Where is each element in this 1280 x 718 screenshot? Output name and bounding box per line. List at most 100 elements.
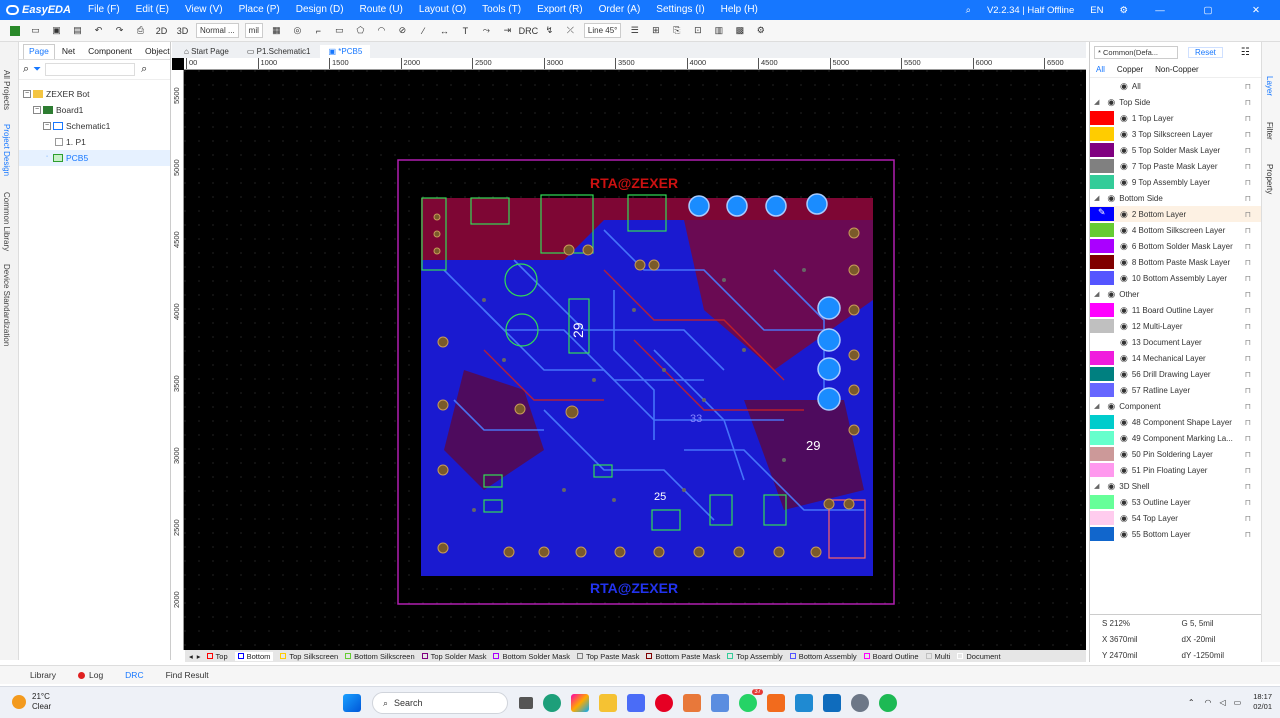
- open-icon[interactable]: ▭: [27, 23, 44, 39]
- lock-icon[interactable]: ⊓: [1245, 466, 1251, 475]
- eye-icon[interactable]: ◉: [1107, 97, 1115, 108]
- menu-item[interactable]: Settings (I): [648, 0, 712, 20]
- layer-bar-item[interactable]: Document: [957, 652, 1001, 661]
- lock-icon[interactable]: ⊓: [1245, 274, 1251, 283]
- menu-item[interactable]: Layout (O): [411, 0, 474, 20]
- eye-icon[interactable]: ◉: [1120, 513, 1128, 524]
- reset-button[interactable]: Reset: [1188, 46, 1223, 58]
- layer-row[interactable]: ◉ 57 Ratline Layer ⊓: [1090, 382, 1261, 398]
- lock-icon[interactable]: ⊓: [1245, 338, 1251, 347]
- eye-icon[interactable]: ◉: [1120, 113, 1128, 124]
- close-button[interactable]: ✕: [1240, 5, 1272, 16]
- interactive-route-icon[interactable]: ⤫: [562, 23, 579, 39]
- filter-copper[interactable]: Copper: [1117, 65, 1143, 74]
- layer-color-swatch[interactable]: [1090, 143, 1114, 157]
- route-icon[interactable]: ⤳: [478, 23, 495, 39]
- menu-item[interactable]: Edit (E): [128, 0, 177, 20]
- lock-icon[interactable]: ⊓: [1245, 290, 1251, 299]
- unit-select[interactable]: mil: [244, 23, 263, 38]
- lock-icon[interactable]: ⊓: [1245, 178, 1251, 187]
- maximize-button[interactable]: ▢: [1192, 5, 1224, 16]
- filter-icon[interactable]: ⏷: [33, 64, 41, 75]
- doc-tab-schematic[interactable]: ▭ P1.Schematic1: [239, 45, 319, 58]
- scroll-right-icon[interactable]: ▸: [197, 652, 201, 661]
- menu-item[interactable]: File (F): [80, 0, 128, 20]
- spotify-icon[interactable]: [879, 694, 897, 712]
- layer-bar-item[interactable]: Bottom Assembly: [789, 652, 857, 661]
- layer-row[interactable]: ◉ 49 Component Marking La... ⊓: [1090, 430, 1261, 446]
- tree-node-project[interactable]: − ZEXER Bot: [19, 86, 170, 102]
- layer-row[interactable]: ◉ 10 Bottom Assembly Layer ⊓: [1090, 270, 1261, 286]
- easyeda-taskbar-icon[interactable]: [683, 694, 701, 712]
- menu-item[interactable]: Tools (T): [474, 0, 529, 20]
- layer-row[interactable]: ◉ 56 Drill Drawing Layer ⊓: [1090, 366, 1261, 382]
- eye-icon[interactable]: ◉: [1120, 145, 1128, 156]
- tab-library[interactable]: Library: [30, 670, 56, 680]
- layer-bar-item[interactable]: Top: [206, 652, 228, 661]
- eye-icon[interactable]: ◉: [1120, 497, 1128, 508]
- file-explorer-icon[interactable]: [599, 694, 617, 712]
- snipping-tool-icon[interactable]: [711, 694, 729, 712]
- eye-icon[interactable]: ◉: [1120, 385, 1128, 396]
- layer-color-swatch[interactable]: [1090, 175, 1114, 189]
- tree-node-board[interactable]: − Board1: [19, 102, 170, 118]
- volume-icon[interactable]: ◁: [1220, 698, 1226, 707]
- eye-icon[interactable]: ◉: [1107, 289, 1115, 300]
- layer-row[interactable]: ◉ 14 Mechanical Layer ⊓: [1090, 350, 1261, 366]
- mode-select[interactable]: Normal ...: [196, 23, 239, 38]
- minimize-button[interactable]: —: [1144, 5, 1176, 16]
- layer-color-swatch[interactable]: [1090, 303, 1114, 317]
- edge-icon[interactable]: [543, 694, 561, 712]
- layer-bar-item[interactable]: Bottom Silkscreen: [345, 652, 415, 661]
- tab-net[interactable]: Net: [56, 44, 81, 59]
- layer-color-swatch[interactable]: [1090, 415, 1114, 429]
- layer-color-swatch[interactable]: [1090, 431, 1114, 445]
- layer-row[interactable]: ◉ 53 Outline Layer ⊓: [1090, 494, 1261, 510]
- doc-tab-start-page[interactable]: ⌂ Start Page: [176, 45, 237, 58]
- layer-settings-icon[interactable]: ☷: [1241, 47, 1250, 58]
- eye-icon[interactable]: ◉: [1120, 321, 1128, 332]
- library-icon[interactable]: ⊡: [689, 23, 706, 39]
- menu-item[interactable]: Route (U): [352, 0, 411, 20]
- layer-group-header[interactable]: ◢ ◉ Component ⊓: [1090, 398, 1261, 414]
- lock-icon[interactable]: ⊓: [1245, 322, 1251, 331]
- menu-item[interactable]: Help (H): [713, 0, 766, 20]
- layer-group-header[interactable]: ◢ ◉ Other ⊓: [1090, 286, 1261, 302]
- eye-icon[interactable]: ◉: [1120, 177, 1128, 188]
- layer-row[interactable]: ◉ 50 Pin Soldering Layer ⊓: [1090, 446, 1261, 462]
- eye-icon[interactable]: ◉: [1120, 161, 1128, 172]
- clock[interactable]: 18:17 02/01: [1253, 692, 1272, 712]
- lock-icon[interactable]: ⊓: [1245, 146, 1251, 155]
- filter-all[interactable]: All: [1096, 65, 1105, 74]
- layer-color-swatch[interactable]: [1090, 271, 1114, 285]
- eye-icon[interactable]: ◉: [1120, 465, 1128, 476]
- scroll-left-icon[interactable]: ◂: [189, 652, 193, 661]
- arc-icon[interactable]: ◠: [373, 23, 390, 39]
- track-icon[interactable]: ↯: [541, 23, 558, 39]
- language-button[interactable]: EN: [1090, 5, 1103, 16]
- tab-project-design[interactable]: Project Design: [2, 124, 11, 176]
- layer-row[interactable]: ◉ 13 Document Layer ⊓: [1090, 334, 1261, 350]
- layer-row-all[interactable]: ◉ All ⊓: [1090, 78, 1261, 94]
- layer-color-swatch[interactable]: [1090, 111, 1114, 125]
- lock-icon[interactable]: ⊓: [1245, 386, 1251, 395]
- layer-color-swatch[interactable]: [1090, 367, 1114, 381]
- battery-icon[interactable]: ▭: [1234, 698, 1242, 707]
- layer-row[interactable]: ◉ 9 Top Assembly Layer ⊓: [1090, 174, 1261, 190]
- store-icon[interactable]: [627, 694, 645, 712]
- layer-row[interactable]: ◉ 54 Top Layer ⊓: [1090, 510, 1261, 526]
- layer-group-header[interactable]: ◢ ◉ Bottom Side ⊓: [1090, 190, 1261, 206]
- pinterest-icon[interactable]: [655, 694, 673, 712]
- layer-color-swatch[interactable]: [1090, 383, 1114, 397]
- eye-icon[interactable]: ◉: [1107, 193, 1115, 204]
- view-2d-button[interactable]: 2D: [153, 23, 170, 39]
- layer-bar-item[interactable]: Bottom: [234, 651, 274, 661]
- layer-color-swatch[interactable]: [1090, 335, 1114, 349]
- layer-color-swatch[interactable]: [1090, 447, 1114, 461]
- lock-icon[interactable]: ⊓: [1245, 482, 1251, 491]
- task-view-icon[interactable]: [519, 697, 533, 709]
- tab-log[interactable]: Log: [77, 670, 103, 680]
- tab-find-result[interactable]: Find Result: [166, 670, 209, 680]
- view-3d-button[interactable]: 3D: [174, 23, 191, 39]
- lock-icon[interactable]: ⊓: [1245, 306, 1251, 315]
